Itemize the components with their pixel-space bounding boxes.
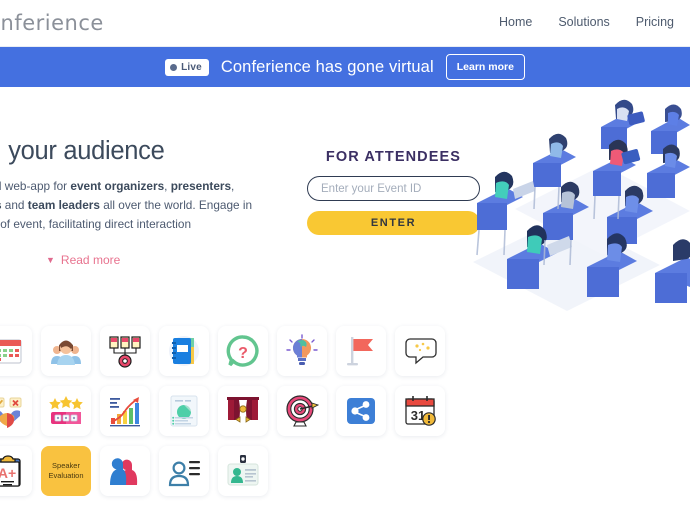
- tile-live-polls-gear-icon[interactable]: [100, 326, 150, 376]
- read-more-link[interactable]: ▼ Read more: [46, 253, 120, 267]
- tile-red-flag-icon[interactable]: [336, 326, 386, 376]
- tile-idea-lightbulb-brain-icon[interactable]: [277, 326, 327, 376]
- tile-speech-bubble-sparkle-icon[interactable]: [395, 326, 445, 376]
- tile-star-rating-icon[interactable]: [41, 386, 91, 436]
- page-root: Conferience Home Solutions Pricing Live …: [0, 0, 690, 512]
- nav-item-solutions[interactable]: Solutions: [558, 15, 609, 29]
- svg-text:?: ?: [238, 345, 248, 362]
- tile-share-network-icon[interactable]: [336, 386, 386, 436]
- tile-speaker-evaluation[interactable]: Speaker Evaluation: [41, 446, 91, 496]
- site-header: Conferience Home Solutions Pricing: [0, 0, 690, 47]
- hero-paragraph: The ideal web-app for event organizers, …: [0, 179, 253, 231]
- read-more-label: Read more: [60, 253, 121, 267]
- tile-profile-list-icon[interactable]: [159, 446, 209, 496]
- tile-question-mark-icon[interactable]: ?: [218, 326, 268, 376]
- nav-item-pricing[interactable]: Pricing: [636, 15, 674, 29]
- tile-decision-vote-handshake-icon[interactable]: [0, 386, 32, 436]
- tile-calendar-schedule-icon[interactable]: [0, 326, 32, 376]
- nav-item-home[interactable]: Home: [499, 15, 532, 29]
- tile-notebook-agenda-icon[interactable]: [159, 326, 209, 376]
- tile-stage-curtains-icon[interactable]: [218, 386, 268, 436]
- tile-growth-chart-icon[interactable]: [100, 386, 150, 436]
- tile-two-profiles-icon[interactable]: [100, 446, 150, 496]
- live-badge-label: Live: [181, 61, 202, 73]
- audience-illustration: [455, 87, 690, 312]
- tile-id-badge-card-icon[interactable]: [218, 446, 268, 496]
- announcement-banner: Live Conferience has gone virtual Learn …: [0, 47, 690, 87]
- tile-calendar-alert-31-icon[interactable]: 31: [395, 386, 445, 436]
- feature-icon-grid: ? 31 A+ Speaker Evaluation: [0, 326, 690, 506]
- tile-grade-clipboard-a-plus-icon[interactable]: A+: [0, 446, 32, 496]
- banner-message: Conferience has gone virtual: [220, 57, 434, 76]
- tile-analytics-report-icon[interactable]: [159, 386, 209, 436]
- brand-logo[interactable]: Conferience: [0, 11, 104, 35]
- chevron-down-icon: ▼: [46, 254, 55, 265]
- hero-copy: Feel your audience The ideal web-app for…: [0, 137, 253, 234]
- speaker-evaluation-label: Speaker Evaluation: [48, 461, 84, 480]
- live-status-badge: Live: [165, 58, 209, 76]
- live-dot-icon: [170, 63, 178, 71]
- learn-more-button[interactable]: Learn more: [445, 54, 525, 80]
- main-navigation: Home Solutions Pricing: [499, 15, 674, 29]
- grade-label: A+: [0, 465, 16, 481]
- tile-audience-people-icon[interactable]: [41, 326, 91, 376]
- tile-target-dartboard-icon[interactable]: [277, 386, 327, 436]
- hero-section: Feel your audience The ideal web-app for…: [0, 87, 690, 312]
- hero-title: Feel your audience: [0, 137, 165, 165]
